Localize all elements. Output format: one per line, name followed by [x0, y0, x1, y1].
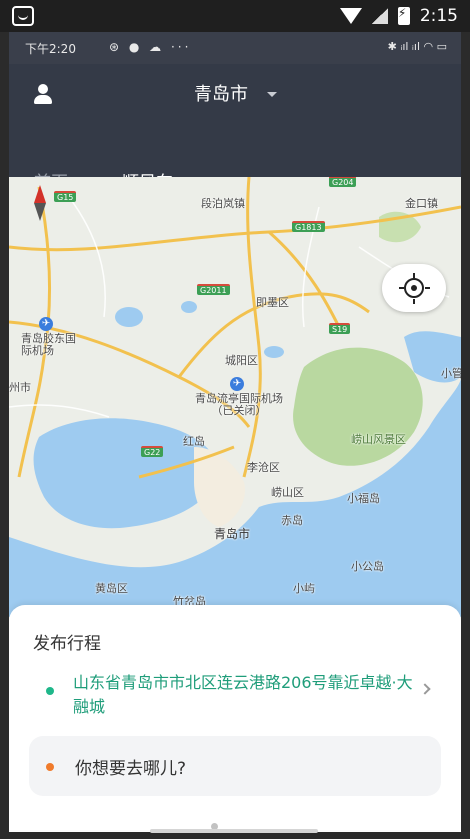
road-badge: S19	[329, 323, 351, 334]
chevron-right-icon	[419, 683, 431, 695]
map-label: 小公岛	[351, 560, 384, 573]
map-label: 金口镇	[405, 197, 438, 210]
airport-icon: ✈	[39, 317, 53, 331]
map-label: 小管	[441, 367, 461, 380]
system-status-icons: 2:15	[339, 6, 458, 26]
inner-status-icons: ⊛ ● ☁ ···	[109, 40, 192, 54]
map-label: 青岛流亭国际机场（已关闭）	[195, 392, 283, 417]
card-title: 发布行程	[33, 634, 101, 654]
app-notification-icon	[12, 6, 34, 26]
origin-dot-icon	[46, 687, 54, 695]
map-label: 崂山区	[271, 486, 304, 499]
system-status-bar: 2:15	[0, 0, 470, 32]
map-label: 青岛胶东国际机场	[21, 332, 76, 357]
destination-dot-icon	[46, 763, 54, 771]
road-badge: G15	[54, 191, 77, 202]
inner-status-time: 下午2:20	[25, 42, 76, 56]
battery-icon	[397, 6, 410, 25]
road-badge: G22	[141, 446, 164, 457]
map-label: 段泊岚镇	[201, 197, 245, 210]
road-badge: G2011	[197, 284, 230, 295]
caret-down-icon[interactable]	[267, 92, 277, 97]
origin-address: 山东省青岛市市北区连云港路206号靠近卓越·大融城	[73, 673, 413, 716]
road-badge: G204	[329, 177, 357, 187]
city-selector[interactable]: 青岛市	[194, 80, 248, 106]
inner-status-bar: 下午2:20 ⊛ ● ☁ ··· ✱ ᵢıl ᵢıl ◠ ▭	[9, 32, 461, 64]
signal-icon	[371, 8, 388, 24]
map-label: 黄岛区	[95, 582, 128, 595]
wifi-icon	[339, 8, 362, 24]
road-badge: G1813	[292, 221, 325, 232]
publish-trip-card: 发布行程 山东省青岛市市北区连云港路206号靠近卓越·大融城 你想要去哪儿?	[9, 605, 461, 832]
locate-button[interactable]	[382, 264, 446, 312]
map-view[interactable]: G204 G15 G1813 G2011 S19 G22 段泊岚镇 金口镇 即墨…	[9, 177, 461, 617]
compass-icon[interactable]	[34, 185, 46, 221]
map-label: 州市	[9, 381, 31, 394]
map-label: 小屿	[293, 582, 315, 595]
map-label: 崂山风景区	[351, 433, 406, 446]
destination-placeholder: 你想要去哪儿?	[75, 759, 187, 779]
inner-status-right-icons: ✱ ᵢıl ᵢıl ◠ ▭	[387, 40, 447, 53]
origin-selector[interactable]: 山东省青岛市市北区连云港路206号靠近卓越·大融城	[29, 667, 441, 725]
map-label: 即墨区	[256, 296, 289, 309]
gesture-nav-handle[interactable]	[150, 829, 318, 833]
map-label: 赤岛	[281, 514, 303, 527]
map-label: 青岛市	[214, 527, 251, 541]
destination-input[interactable]: 你想要去哪儿?	[29, 736, 441, 796]
map-label: 李沧区	[247, 461, 280, 474]
user-profile-icon[interactable]	[31, 82, 55, 106]
app-screen: 下午2:20 ⊛ ● ☁ ··· ✱ ᵢıl ᵢıl ◠ ▭ 青岛市 首页 顺风…	[9, 32, 461, 832]
airport-icon: ✈	[230, 377, 244, 391]
map-label: 城阳区	[225, 354, 258, 367]
map-label: 红岛	[183, 435, 205, 448]
map-label: 小福岛	[347, 492, 380, 505]
system-time: 2:15	[419, 6, 458, 26]
